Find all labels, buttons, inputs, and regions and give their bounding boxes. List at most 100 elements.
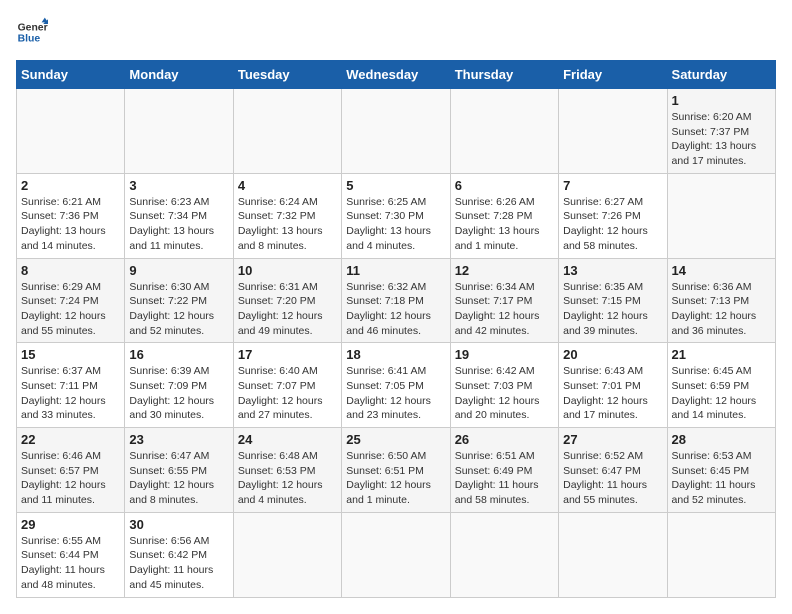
calendar-header-row: SundayMondayTuesdayWednesdayThursdayFrid… [17, 61, 776, 89]
calendar-day: 1 Sunrise: 6:20 AMSunset: 7:37 PMDayligh… [667, 89, 775, 174]
day-info: Sunrise: 6:40 AMSunset: 7:07 PMDaylight:… [238, 364, 337, 423]
day-info: Sunrise: 6:55 AMSunset: 6:44 PMDaylight:… [21, 534, 120, 593]
calendar-table: SundayMondayTuesdayWednesdayThursdayFrid… [16, 60, 776, 598]
calendar-day: 10 Sunrise: 6:31 AMSunset: 7:20 PMDaylig… [233, 258, 341, 343]
day-info: Sunrise: 6:37 AMSunset: 7:11 PMDaylight:… [21, 364, 120, 423]
day-number: 6 [455, 178, 554, 193]
day-number: 27 [563, 432, 662, 447]
calendar-day: 12 Sunrise: 6:34 AMSunset: 7:17 PMDaylig… [450, 258, 558, 343]
calendar-day: 20 Sunrise: 6:43 AMSunset: 7:01 PMDaylig… [559, 343, 667, 428]
day-info: Sunrise: 6:34 AMSunset: 7:17 PMDaylight:… [455, 280, 554, 339]
calendar-day: 18 Sunrise: 6:41 AMSunset: 7:05 PMDaylig… [342, 343, 450, 428]
calendar-day: 14 Sunrise: 6:36 AMSunset: 7:13 PMDaylig… [667, 258, 775, 343]
calendar-day: 13 Sunrise: 6:35 AMSunset: 7:15 PMDaylig… [559, 258, 667, 343]
calendar-day: 11 Sunrise: 6:32 AMSunset: 7:18 PMDaylig… [342, 258, 450, 343]
day-number: 15 [21, 347, 120, 362]
day-number: 9 [129, 263, 228, 278]
day-info: Sunrise: 6:36 AMSunset: 7:13 PMDaylight:… [672, 280, 771, 339]
calendar-row: 2 Sunrise: 6:21 AMSunset: 7:36 PMDayligh… [17, 173, 776, 258]
day-info: Sunrise: 6:41 AMSunset: 7:05 PMDaylight:… [346, 364, 445, 423]
day-number: 21 [672, 347, 771, 362]
day-number: 23 [129, 432, 228, 447]
svg-text:General: General [18, 22, 48, 33]
day-info: Sunrise: 6:43 AMSunset: 7:01 PMDaylight:… [563, 364, 662, 423]
empty-cell [17, 89, 125, 174]
empty-cell [125, 89, 233, 174]
day-info: Sunrise: 6:26 AMSunset: 7:28 PMDaylight:… [455, 195, 554, 254]
calendar-day: 19 Sunrise: 6:42 AMSunset: 7:03 PMDaylig… [450, 343, 558, 428]
calendar-day: 24 Sunrise: 6:48 AMSunset: 6:53 PMDaylig… [233, 428, 341, 513]
day-info: Sunrise: 6:56 AMSunset: 6:42 PMDaylight:… [129, 534, 228, 593]
calendar-day: 26 Sunrise: 6:51 AMSunset: 6:49 PMDaylig… [450, 428, 558, 513]
calendar-day: 29 Sunrise: 6:55 AMSunset: 6:44 PMDaylig… [17, 512, 125, 597]
day-info: Sunrise: 6:46 AMSunset: 6:57 PMDaylight:… [21, 449, 120, 508]
day-info: Sunrise: 6:53 AMSunset: 6:45 PMDaylight:… [672, 449, 771, 508]
calendar-row: 15 Sunrise: 6:37 AMSunset: 7:11 PMDaylig… [17, 343, 776, 428]
day-number: 14 [672, 263, 771, 278]
calendar-day [233, 512, 341, 597]
header-tuesday: Tuesday [233, 61, 341, 89]
calendar-day: 7 Sunrise: 6:27 AMSunset: 7:26 PMDayligh… [559, 173, 667, 258]
day-info: Sunrise: 6:35 AMSunset: 7:15 PMDaylight:… [563, 280, 662, 339]
day-info: Sunrise: 6:31 AMSunset: 7:20 PMDaylight:… [238, 280, 337, 339]
calendar-day: 22 Sunrise: 6:46 AMSunset: 6:57 PMDaylig… [17, 428, 125, 513]
header-friday: Friday [559, 61, 667, 89]
calendar-day: 25 Sunrise: 6:50 AMSunset: 6:51 PMDaylig… [342, 428, 450, 513]
day-number: 26 [455, 432, 554, 447]
day-number: 18 [346, 347, 445, 362]
calendar-day: 23 Sunrise: 6:47 AMSunset: 6:55 PMDaylig… [125, 428, 233, 513]
calendar-day [667, 512, 775, 597]
day-number: 13 [563, 263, 662, 278]
header-saturday: Saturday [667, 61, 775, 89]
day-info: Sunrise: 6:45 AMSunset: 6:59 PMDaylight:… [672, 364, 771, 423]
calendar-row: 1 Sunrise: 6:20 AMSunset: 7:37 PMDayligh… [17, 89, 776, 174]
empty-cell [559, 89, 667, 174]
calendar-day: 30 Sunrise: 6:56 AMSunset: 6:42 PMDaylig… [125, 512, 233, 597]
day-number: 25 [346, 432, 445, 447]
day-info: Sunrise: 6:32 AMSunset: 7:18 PMDaylight:… [346, 280, 445, 339]
svg-text:Blue: Blue [18, 34, 41, 45]
day-number: 5 [346, 178, 445, 193]
calendar-day: 17 Sunrise: 6:40 AMSunset: 7:07 PMDaylig… [233, 343, 341, 428]
day-info: Sunrise: 6:48 AMSunset: 6:53 PMDaylight:… [238, 449, 337, 508]
day-number: 29 [21, 517, 120, 532]
day-number: 30 [129, 517, 228, 532]
header-wednesday: Wednesday [342, 61, 450, 89]
day-number: 17 [238, 347, 337, 362]
calendar-day: 15 Sunrise: 6:37 AMSunset: 7:11 PMDaylig… [17, 343, 125, 428]
calendar-day: 27 Sunrise: 6:52 AMSunset: 6:47 PMDaylig… [559, 428, 667, 513]
page-header: General Blue [16, 16, 776, 48]
calendar-day: 21 Sunrise: 6:45 AMSunset: 6:59 PMDaylig… [667, 343, 775, 428]
day-number: 2 [21, 178, 120, 193]
calendar-day: 3 Sunrise: 6:23 AMSunset: 7:34 PMDayligh… [125, 173, 233, 258]
day-info: Sunrise: 6:51 AMSunset: 6:49 PMDaylight:… [455, 449, 554, 508]
empty-cell [450, 89, 558, 174]
calendar-day [559, 512, 667, 597]
calendar-row: 22 Sunrise: 6:46 AMSunset: 6:57 PMDaylig… [17, 428, 776, 513]
day-number: 10 [238, 263, 337, 278]
calendar-day: 28 Sunrise: 6:53 AMSunset: 6:45 PMDaylig… [667, 428, 775, 513]
calendar-day [667, 173, 775, 258]
day-number: 19 [455, 347, 554, 362]
day-info: Sunrise: 6:50 AMSunset: 6:51 PMDaylight:… [346, 449, 445, 508]
day-info: Sunrise: 6:30 AMSunset: 7:22 PMDaylight:… [129, 280, 228, 339]
day-info: Sunrise: 6:52 AMSunset: 6:47 PMDaylight:… [563, 449, 662, 508]
day-number: 28 [672, 432, 771, 447]
day-info: Sunrise: 6:42 AMSunset: 7:03 PMDaylight:… [455, 364, 554, 423]
day-number: 11 [346, 263, 445, 278]
logo: General Blue [16, 16, 48, 48]
calendar-day: 6 Sunrise: 6:26 AMSunset: 7:28 PMDayligh… [450, 173, 558, 258]
day-info: Sunrise: 6:23 AMSunset: 7:34 PMDaylight:… [129, 195, 228, 254]
header-sunday: Sunday [17, 61, 125, 89]
day-info: Sunrise: 6:24 AMSunset: 7:32 PMDaylight:… [238, 195, 337, 254]
calendar-day: 9 Sunrise: 6:30 AMSunset: 7:22 PMDayligh… [125, 258, 233, 343]
calendar-row: 29 Sunrise: 6:55 AMSunset: 6:44 PMDaylig… [17, 512, 776, 597]
day-number: 3 [129, 178, 228, 193]
header-monday: Monday [125, 61, 233, 89]
day-number: 24 [238, 432, 337, 447]
calendar-day: 16 Sunrise: 6:39 AMSunset: 7:09 PMDaylig… [125, 343, 233, 428]
day-info: Sunrise: 6:27 AMSunset: 7:26 PMDaylight:… [563, 195, 662, 254]
day-info: Sunrise: 6:25 AMSunset: 7:30 PMDaylight:… [346, 195, 445, 254]
empty-cell [342, 89, 450, 174]
day-number: 16 [129, 347, 228, 362]
